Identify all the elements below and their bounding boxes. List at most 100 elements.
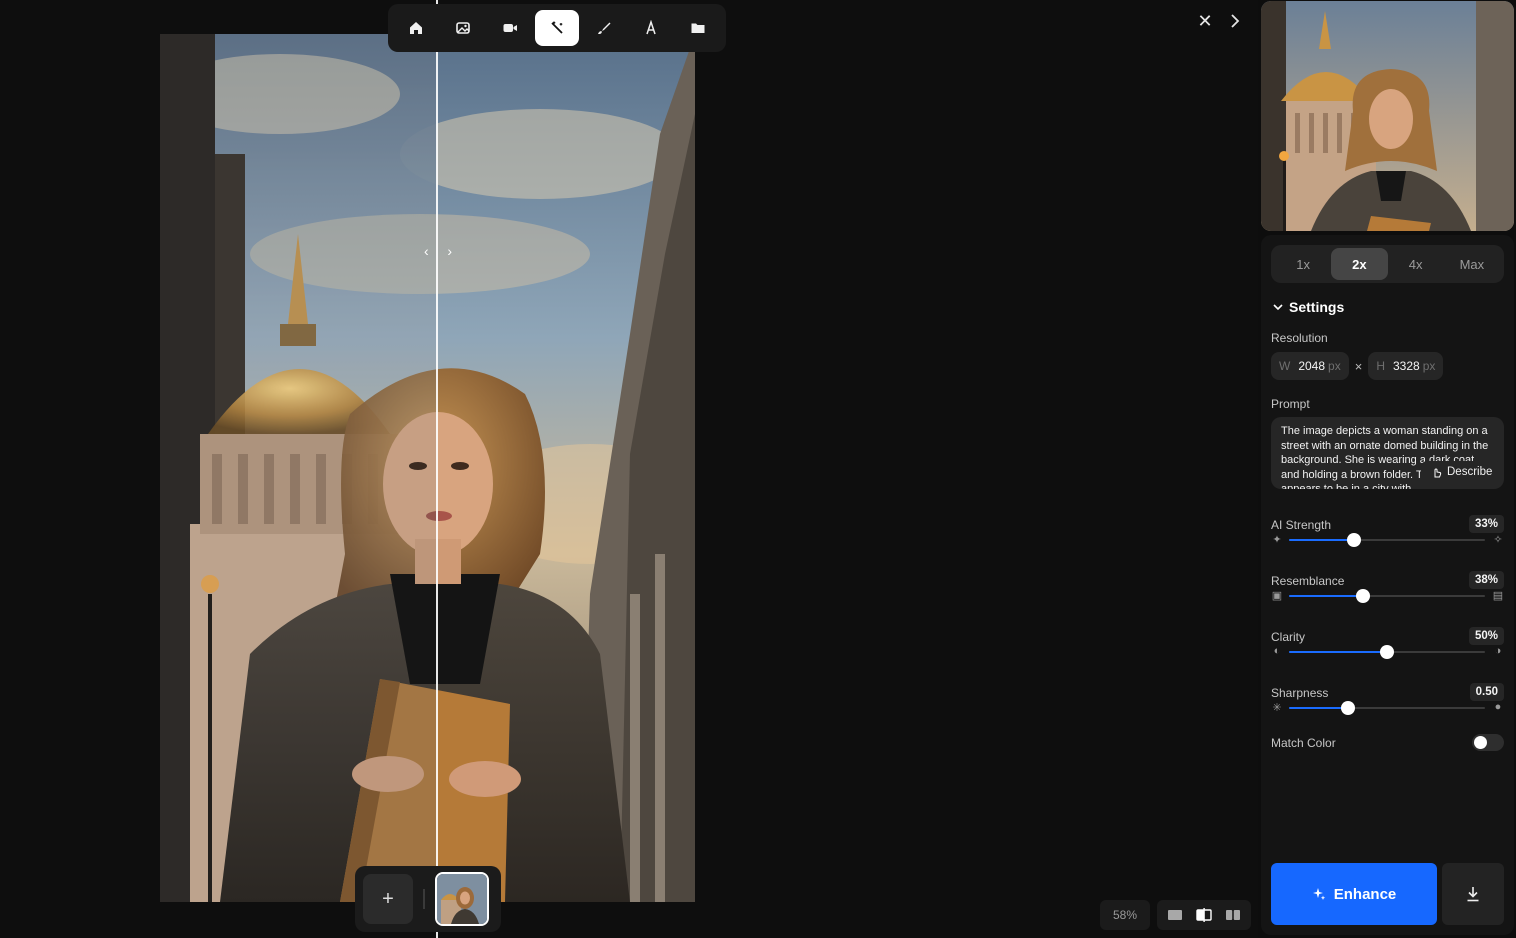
sharpness-slider-fill [1289,707,1348,709]
plus-icon: + [382,887,394,910]
chevron-right-icon [1231,14,1240,28]
sharpness-value[interactable]: 0.50 [1469,683,1504,701]
split-view-icon [1196,908,1212,922]
magic-wand-icon [551,21,563,34]
sharpness-label: Sharpness [1271,686,1329,700]
width-field[interactable]: W 2048 px [1271,352,1349,380]
settings-toggle[interactable]: Settings [1273,299,1344,315]
sparkle-icon [1312,888,1325,900]
preview-thumbnail [1261,1,1514,231]
scale-option-max[interactable]: Max [1444,248,1500,280]
clarity-slider[interactable] [1289,645,1485,659]
home-icon [409,22,422,34]
scale-option-1x[interactable]: 1x [1275,248,1331,280]
clarity-label: Clarity [1271,630,1306,644]
ai-strength-slider-thumb[interactable] [1346,533,1361,547]
single-view-icon [1168,910,1183,920]
ai-strength-slider-fill [1289,539,1354,541]
zoom-level[interactable]: 58% [1100,900,1150,930]
height-field[interactable]: H 3328 px [1368,352,1444,380]
match-color-toggle[interactable] [1472,734,1504,751]
sparkle-large-icon: ✧ [1493,533,1503,546]
resemblance-value[interactable]: 38% [1468,571,1504,589]
sparkle-small-icon: ✦ [1272,533,1282,546]
video-tool-button[interactable] [488,10,531,46]
scale-option-2x[interactable]: 2x [1331,248,1388,280]
next-button[interactable] [1225,11,1245,31]
download-button[interactable] [1442,863,1504,925]
sharpness-slider[interactable] [1289,701,1485,715]
filmstrip: + [355,866,501,932]
canvas-area: ‹ › ✕ + 58% [0,0,1258,938]
chevron-left-icon: ‹ [424,243,429,259]
chevron-right-icon: › [447,243,452,259]
filmstrip-divider [423,889,425,909]
clarity-slider-fill [1289,651,1387,653]
text-tool-button[interactable] [630,10,673,46]
split-view-button[interactable] [1194,907,1214,923]
resemblance-slider[interactable] [1289,589,1485,603]
settings-panel: 1x 2x 4x Max Settings Resolution W 2048 px … [1261,235,1514,935]
describe-label: Describe [1447,466,1493,478]
download-icon [1467,887,1479,902]
home-tool-button[interactable] [394,10,437,46]
chevron-down-icon [1273,304,1283,311]
side-by-side-view-button[interactable] [1223,907,1243,923]
prompt-label: Prompt [1271,397,1310,411]
original-image [160,34,437,902]
scale-selector: 1x 2x 4x Max [1271,245,1504,283]
width-value: 2048 [1298,359,1326,373]
settings-title: Settings [1289,299,1345,315]
enhance-label: Enhance [1333,885,1397,903]
brush-icon [598,22,611,34]
clarity-low-icon: ◐ [1273,645,1281,657]
resemblance-label: Resemblance [1271,574,1345,588]
assets-tool-button[interactable] [677,10,720,46]
enhance-button[interactable]: Enhance [1271,863,1437,925]
enhance-tool-button[interactable] [535,10,579,46]
resemblance-slider-thumb[interactable] [1356,589,1371,603]
side-by-side-icon [1225,910,1240,920]
resolution-row: W 2048 px × H 3328 px [1271,352,1444,380]
comparison-image[interactable] [160,34,695,902]
ai-strength-slider[interactable] [1289,533,1485,547]
width-prefix: W [1279,359,1291,373]
view-mode-toggle [1157,900,1251,930]
ai-strength-label: AI Strength [1271,518,1332,532]
close-button[interactable]: ✕ [1195,11,1215,31]
compare-divider[interactable] [436,0,438,938]
text-icon [646,20,656,35]
scale-option-4x[interactable]: 4x [1388,248,1444,280]
height-unit: px [1422,359,1436,373]
sharpness-low-icon: ✳ [1272,701,1282,714]
single-view-button[interactable] [1165,907,1185,923]
hand-pointer-icon [1434,468,1442,478]
close-icon: ✕ [1197,10,1213,31]
clarity-slider-thumb[interactable] [1380,645,1394,659]
image-tool-button[interactable] [441,10,484,46]
resemblance-slider-block: Resemblance 38% ▣ ▤ [1271,571,1504,614]
resolution-label: Resolution [1271,331,1328,345]
sharpness-slider-thumb[interactable] [1340,701,1355,715]
folder-icon [691,23,705,33]
image-small-icon: ▣ [1271,589,1283,602]
sharpness-slider-block: Sharpness 0.50 ✳ ● [1271,683,1504,726]
image-icon [455,22,470,34]
image-large-icon: ▤ [1492,589,1504,602]
describe-button[interactable]: Describe [1421,461,1501,483]
filmstrip-thumbnail[interactable] [435,872,489,926]
resemblance-slider-fill [1289,595,1364,597]
toggle-knob [1474,736,1487,749]
height-prefix: H [1376,359,1385,373]
compare-handle[interactable]: ‹ › [424,242,452,260]
width-unit: px [1328,359,1341,373]
clarity-value[interactable]: 50% [1468,627,1504,645]
height-value: 3328 [1392,359,1420,373]
clarity-slider-block: Clarity 50% ◐ ◑ [1271,627,1504,670]
ai-strength-slider-block: AI Strength 33% ✦ ✧ [1271,515,1504,558]
ai-strength-value[interactable]: 33% [1468,515,1504,533]
edit-tool-button[interactable] [583,10,626,46]
add-image-button[interactable]: + [363,874,413,924]
times-sign: × [1354,358,1363,374]
clarity-high-icon: ◑ [1494,645,1502,657]
